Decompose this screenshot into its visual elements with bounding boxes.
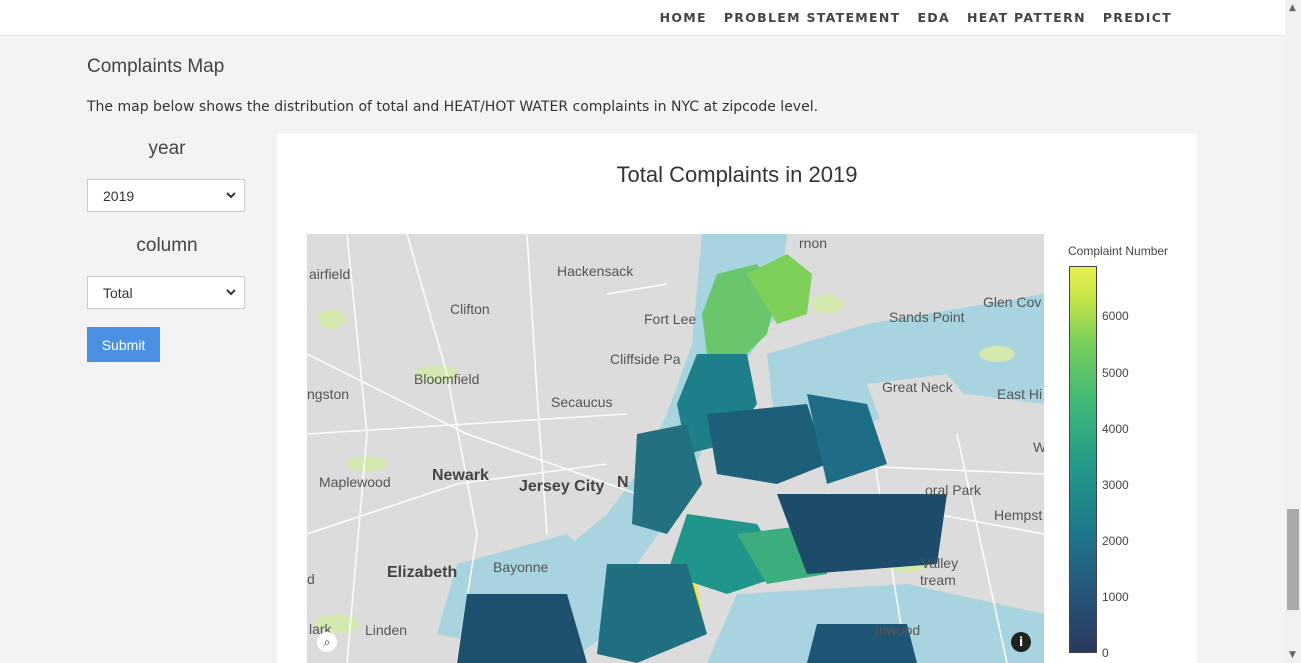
nav-predict[interactable]: PREDICT — [1103, 10, 1172, 25]
map-label: Hempst — [994, 507, 1043, 523]
map-label: d — [307, 571, 315, 587]
nav-eda[interactable]: EDA — [917, 10, 950, 25]
map-label: Valley — [921, 555, 959, 571]
scrollbar-thumb[interactable] — [1287, 509, 1299, 610]
section-description: The map below shows the distribution of … — [87, 99, 819, 115]
map-label: ngston — [307, 386, 350, 402]
year-label: year — [148, 138, 186, 159]
map-label: Cliffside Pa — [610, 351, 681, 367]
map-label: tream — [920, 572, 956, 588]
column-select[interactable]: Total — [87, 276, 245, 309]
colorbar-tick: 3000 — [1102, 478, 1129, 492]
map-label: Secaucus — [551, 394, 613, 410]
year-select[interactable]: 2019 — [87, 179, 245, 212]
map-label: Linden — [365, 622, 408, 638]
map-label: Bloomfield — [414, 371, 480, 387]
map-label: N — [617, 474, 629, 491]
map-label: Great Neck — [882, 379, 953, 395]
scroll-up-icon[interactable]: ▲ — [1289, 3, 1296, 13]
colorbar — [1069, 266, 1097, 653]
nav-heat-pattern[interactable]: HEAT PATTERN — [967, 10, 1086, 25]
info-icon[interactable]: i — [1011, 632, 1031, 652]
chart-title: Total Complaints in 2019 — [616, 162, 858, 187]
column-select-value: Total — [103, 284, 133, 301]
chevron-down-icon — [226, 192, 236, 199]
map-label: Bayonne — [493, 559, 549, 575]
year-select-value: 2019 — [103, 187, 135, 204]
top-navbar: HOME PROBLEM STATEMENT EDA HEAT PATTERN … — [0, 0, 1285, 36]
map-label: airfield — [309, 266, 351, 282]
mapbox-logo-icon[interactable]: ⌕ — [317, 632, 337, 652]
colorbar-tick: 1000 — [1102, 590, 1129, 604]
colorbar-title: Complaint Number — [1068, 244, 1169, 258]
section-title: Complaints Map — [87, 56, 225, 77]
colorbar-tick: 0 — [1102, 646, 1109, 660]
map-base — [307, 234, 1044, 663]
map-label: W — [1033, 439, 1044, 455]
nav-home[interactable]: HOME — [660, 10, 707, 25]
map-label: Newark — [432, 467, 489, 484]
map-label: Clifton — [450, 301, 490, 317]
main-nav: HOME PROBLEM STATEMENT EDA HEAT PATTERN … — [643, 0, 1172, 35]
scroll-down-icon[interactable]: ▼ — [1289, 650, 1296, 660]
choropleth-map[interactable]: airfield Hackensack Clifton Fort Lee Cli… — [307, 234, 1044, 663]
submit-button[interactable]: Submit — [87, 327, 160, 362]
map-label: Fort Lee — [644, 311, 697, 327]
map-label: Maplewood — [319, 474, 391, 490]
map-label: Sands Point — [889, 309, 965, 325]
colorbar-tick: 6000 — [1102, 309, 1129, 323]
map-label: East Hi — [997, 386, 1043, 402]
map-label: Inwood — [875, 622, 921, 638]
map-label: rnon — [799, 235, 828, 251]
map-label: Elizabeth — [387, 564, 458, 581]
map-label: Glen Cov — [983, 294, 1042, 310]
column-label: column — [136, 235, 198, 256]
chevron-down-icon — [226, 289, 236, 296]
colorbar-tick: 2000 — [1102, 534, 1129, 548]
map-label: Jersey City — [519, 478, 605, 495]
map-label: oral Park — [925, 482, 982, 498]
nav-problem-statement[interactable]: PROBLEM STATEMENT — [724, 10, 901, 25]
colorbar-tick: 5000 — [1102, 366, 1129, 380]
colorbar-tick: 4000 — [1102, 422, 1129, 436]
map-label: Hackensack — [557, 263, 634, 279]
